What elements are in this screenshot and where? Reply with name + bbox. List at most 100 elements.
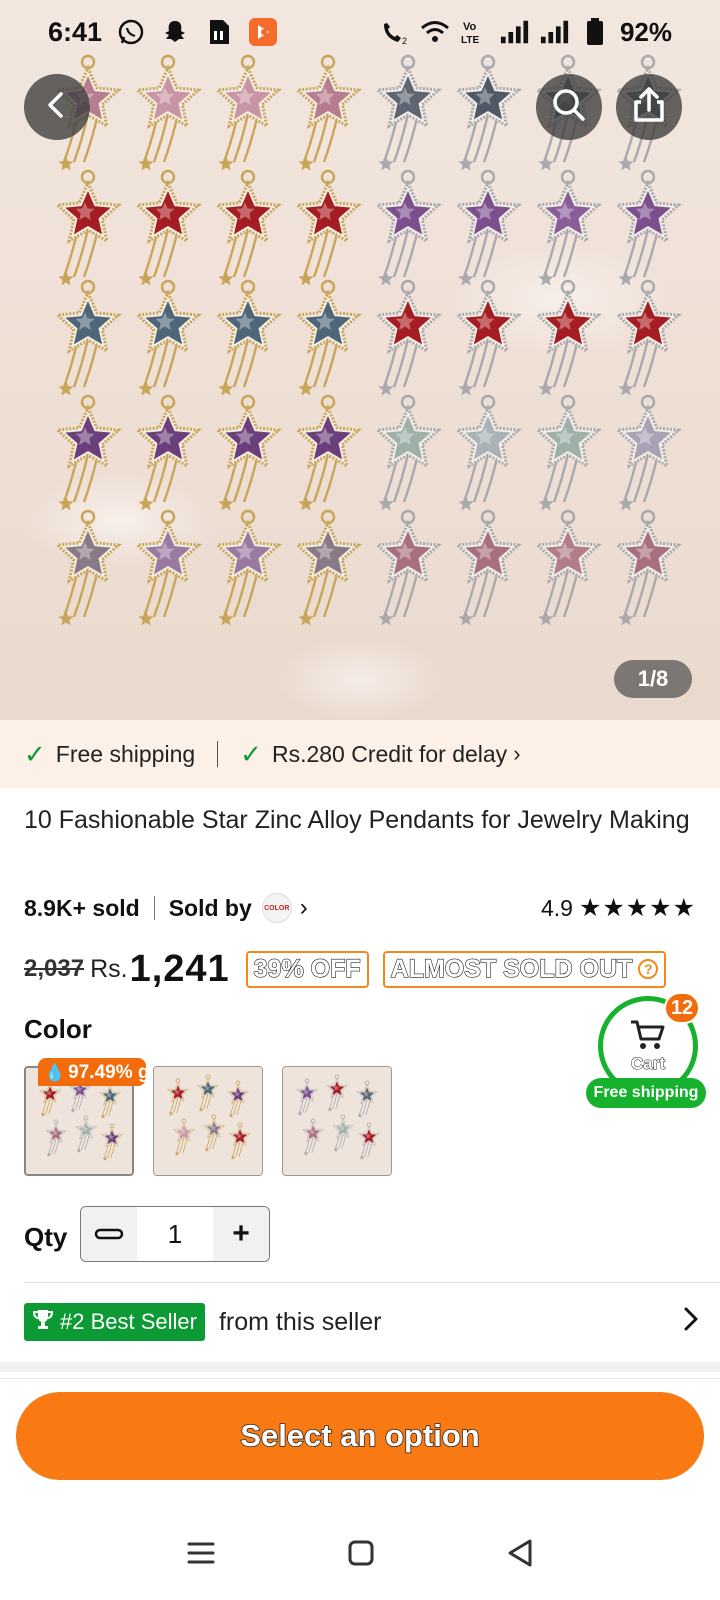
rating[interactable]: 4.9 ★★★★★ bbox=[541, 893, 696, 923]
star-pendant bbox=[294, 54, 362, 171]
section-separator bbox=[0, 1362, 720, 1372]
best-seller-subtext: from this seller bbox=[218, 1307, 382, 1336]
sale-price: 1,241 bbox=[129, 947, 230, 990]
home-icon[interactable] bbox=[347, 1539, 375, 1572]
star-pendant bbox=[214, 279, 282, 396]
battery-icon bbox=[580, 17, 610, 47]
product-image[interactable] bbox=[0, 0, 720, 720]
credit-text: Rs.280 Credit for delay bbox=[271, 740, 508, 767]
currency: Rs. bbox=[90, 954, 128, 983]
star-pendant bbox=[614, 394, 682, 511]
snapchat-icon bbox=[160, 17, 190, 47]
star-pendant bbox=[374, 54, 442, 171]
star-pendant bbox=[374, 509, 442, 626]
divider bbox=[0, 1378, 720, 1379]
search-button[interactable] bbox=[536, 74, 602, 140]
color-swatch-2[interactable] bbox=[153, 1066, 263, 1176]
stock-badge-text: ALMOST SOLD OUT bbox=[390, 954, 633, 983]
almost-sold-out-badge[interactable]: ALMOST SOLD OUT ? bbox=[382, 950, 667, 988]
qty-value[interactable]: 1 bbox=[137, 1207, 213, 1261]
quantity-stepper: 1 + bbox=[80, 1206, 270, 1262]
check-icon: ✓ bbox=[24, 738, 46, 769]
rating-value: 4.9 bbox=[540, 894, 573, 921]
star-pendant bbox=[134, 279, 202, 396]
seller-logo[interactable]: COLOR bbox=[261, 893, 292, 923]
status-bar: 6:41 2 Vo LTE 92% bbox=[0, 0, 720, 64]
wifi-call-icon: 2 bbox=[380, 17, 410, 47]
star-pendant bbox=[54, 509, 122, 626]
menu-icon[interactable] bbox=[186, 1540, 216, 1571]
swatch-popularity-tag: 💧 97.49% g bbox=[38, 1058, 146, 1086]
star-pendant bbox=[534, 279, 602, 396]
product-page: 6:41 2 Vo LTE 92% 1/8 ✓ Free shipping ✓ … bbox=[0, 0, 720, 1600]
best-seller-text: #2 Best Seller bbox=[60, 1309, 197, 1334]
chevron-right-icon[interactable]: › bbox=[300, 894, 308, 922]
pendant-grid-image bbox=[54, 54, 682, 626]
star-pendant bbox=[614, 509, 682, 626]
star-icon: ★★★★★ bbox=[578, 894, 696, 922]
star-pendant bbox=[134, 54, 202, 171]
star-pendant bbox=[454, 509, 522, 626]
chevron-right-icon: › bbox=[513, 741, 521, 766]
share-icon bbox=[631, 86, 667, 129]
app-notification-icon bbox=[248, 17, 278, 47]
trophy-icon bbox=[32, 1308, 54, 1336]
signal-icon bbox=[540, 17, 570, 47]
star-pendant bbox=[454, 279, 522, 396]
qty-plus-button[interactable]: + bbox=[213, 1207, 269, 1261]
shipping-strip[interactable]: ✓ Free shipping ✓ Rs.280 Credit for dela… bbox=[0, 720, 720, 788]
qty-label: Qty bbox=[24, 1222, 68, 1252]
star-pendant bbox=[134, 169, 202, 286]
cart-free-shipping: Free shipping bbox=[586, 1078, 706, 1108]
cart-button[interactable]: Cart 12 Free shipping bbox=[586, 992, 714, 1108]
product-meta-row: 8.9K+ sold Sold by COLOR › 4.9 ★★★★★ bbox=[24, 888, 696, 928]
free-shipping-text: Free shipping bbox=[55, 740, 196, 767]
svg-text:LTE: LTE bbox=[461, 35, 479, 46]
best-seller-row[interactable]: #2 Best Seller from this seller bbox=[24, 1302, 700, 1342]
volte-icon: Vo LTE bbox=[460, 17, 490, 47]
back-button[interactable] bbox=[24, 74, 90, 140]
check-icon: ✓ bbox=[240, 738, 262, 769]
search-icon bbox=[550, 86, 588, 129]
discount-badge: 39% OFF bbox=[245, 950, 369, 988]
star-pendant bbox=[54, 279, 122, 396]
swatch-image bbox=[154, 1067, 262, 1175]
star-pendant bbox=[534, 169, 602, 286]
signal-icon bbox=[500, 17, 530, 47]
divider bbox=[153, 896, 155, 920]
svg-text:Vo: Vo bbox=[463, 21, 477, 33]
star-pendant bbox=[454, 169, 522, 286]
star-pendant bbox=[134, 509, 202, 626]
star-pendant bbox=[134, 394, 202, 511]
image-counter: 1/8 bbox=[614, 660, 692, 698]
minus-icon bbox=[94, 1228, 124, 1240]
back-nav-icon[interactable] bbox=[506, 1538, 534, 1573]
star-pendant bbox=[294, 509, 362, 626]
qty-minus-button[interactable] bbox=[81, 1207, 137, 1261]
star-pendant bbox=[214, 169, 282, 286]
star-pendant bbox=[214, 509, 282, 626]
star-pendant bbox=[614, 279, 682, 396]
star-pendant bbox=[294, 394, 362, 511]
star-pendant bbox=[454, 54, 522, 171]
sim-card-icon bbox=[204, 17, 234, 47]
cart-label: Cart bbox=[630, 1053, 665, 1073]
cart-icon bbox=[629, 1019, 667, 1056]
color-swatch-3[interactable] bbox=[282, 1066, 392, 1176]
select-option-button[interactable]: Select an option bbox=[16, 1392, 704, 1480]
product-title: 10 Fashionable Star Zinc Alloy Pendants … bbox=[24, 806, 690, 834]
whatsapp-icon bbox=[116, 17, 146, 47]
star-pendant bbox=[54, 394, 122, 511]
star-pendant bbox=[614, 169, 682, 286]
back-icon bbox=[42, 90, 72, 125]
best-seller-badge: #2 Best Seller bbox=[24, 1303, 205, 1341]
sold-by-label[interactable]: Sold by bbox=[169, 895, 252, 922]
share-button[interactable] bbox=[616, 74, 682, 140]
original-price: 2,037 bbox=[24, 955, 85, 982]
flame-icon: 💧 bbox=[44, 1063, 66, 1082]
star-pendant bbox=[534, 394, 602, 511]
star-pendant bbox=[214, 394, 282, 511]
help-icon[interactable]: ? bbox=[638, 959, 659, 979]
star-pendant bbox=[374, 394, 442, 511]
star-pendant bbox=[294, 279, 362, 396]
